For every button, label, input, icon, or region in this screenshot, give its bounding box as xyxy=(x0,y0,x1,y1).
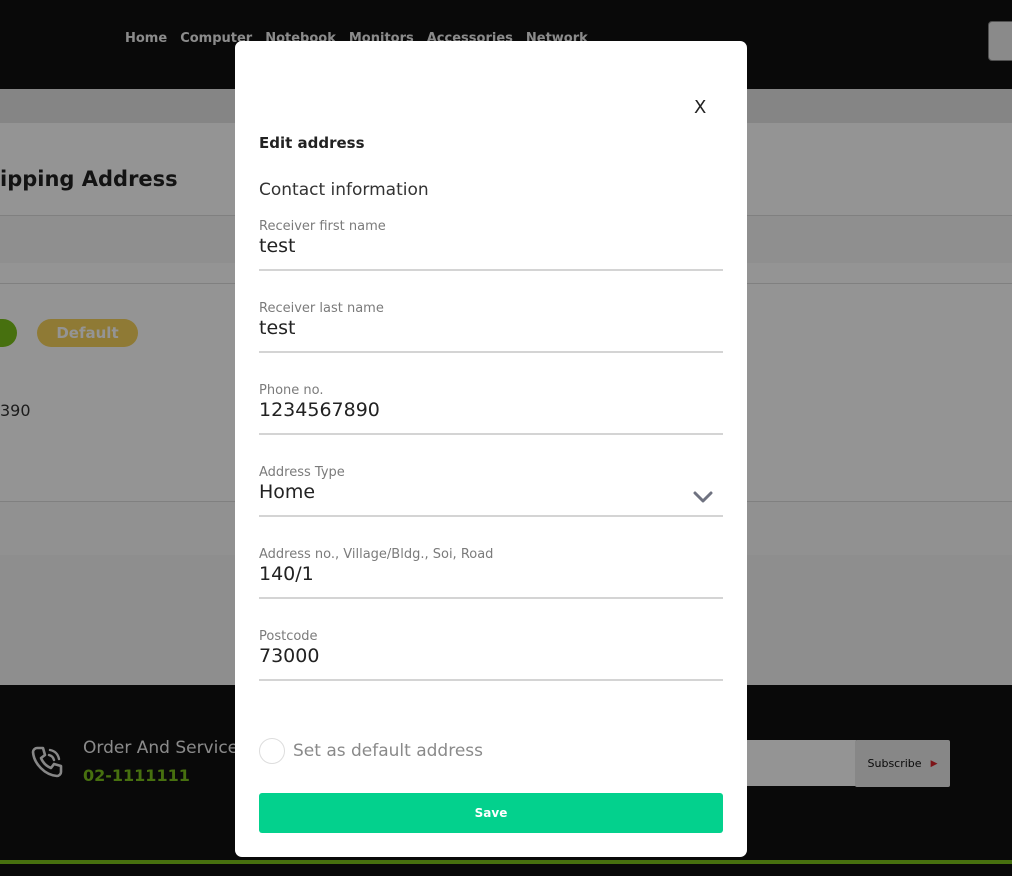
modal-title: Edit address xyxy=(259,134,365,152)
field-label: Postcode xyxy=(259,629,318,644)
field-value[interactable]: test xyxy=(259,235,296,257)
field-value[interactable]: 73000 xyxy=(259,645,319,667)
chevron-down-icon[interactable] xyxy=(693,491,713,503)
default-address-checkbox-row[interactable]: Set as default address xyxy=(259,738,483,764)
checkbox-label[interactable]: Set as default address xyxy=(293,741,483,761)
field-value[interactable]: test xyxy=(259,317,296,339)
field-label: Receiver first name xyxy=(259,219,386,234)
field-label: Phone no. xyxy=(259,383,324,398)
address-type-select[interactable]: Address Type Home xyxy=(259,465,723,517)
save-button[interactable]: Save xyxy=(259,793,723,833)
last-name-field[interactable]: Receiver last name test xyxy=(259,301,723,353)
edit-address-modal: X Edit address Contact information Recei… xyxy=(235,41,747,857)
field-value[interactable]: Home xyxy=(259,481,315,503)
phone-field[interactable]: Phone no. 1234567890 xyxy=(259,383,723,435)
field-value[interactable]: 140/1 xyxy=(259,563,314,585)
section-title: Contact information xyxy=(259,180,429,200)
close-button[interactable]: X xyxy=(694,97,706,118)
field-value[interactable]: 1234567890 xyxy=(259,399,380,421)
field-label: Receiver last name xyxy=(259,301,384,316)
postcode-field[interactable]: Postcode 73000 xyxy=(259,629,723,681)
field-label: Address no., Village/Bldg., Soi, Road xyxy=(259,547,494,562)
default-address-checkbox[interactable] xyxy=(259,738,285,764)
first-name-field[interactable]: Receiver first name test xyxy=(259,219,723,271)
field-label: Address Type xyxy=(259,465,345,480)
address-line-field[interactable]: Address no., Village/Bldg., Soi, Road 14… xyxy=(259,547,723,599)
